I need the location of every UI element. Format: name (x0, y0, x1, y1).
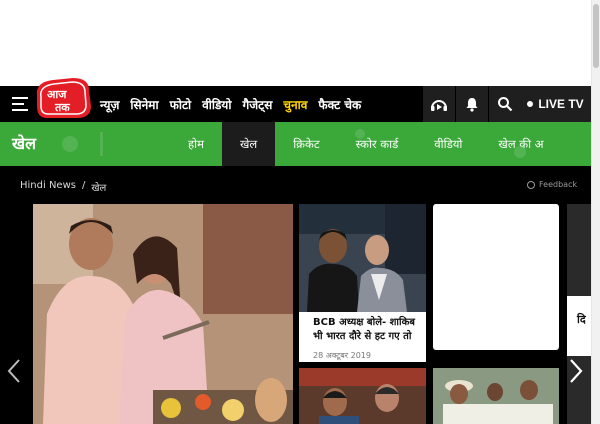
tab-video[interactable]: वीडियो (416, 122, 480, 166)
menu-item-elections[interactable]: चुनाव (283, 96, 307, 113)
feedback-label: Feedback (539, 180, 578, 189)
site-logo[interactable]: आज तक (33, 76, 93, 120)
story-card[interactable]: BCB अध्यक्ष बोले- शाकिब भी भारत दौरे से … (299, 204, 426, 362)
live-dot-icon (527, 101, 534, 107)
breadcrumb-home-link[interactable]: Hindi News (20, 180, 76, 194)
tab-scorecard[interactable]: स्कोर कार्ड (338, 122, 417, 166)
carousel-prev-arrow[interactable] (4, 356, 24, 386)
story-thumb-cricketers[interactable] (299, 368, 426, 424)
svg-text:आज: आज (47, 88, 67, 101)
svg-text:तक: तक (54, 101, 70, 114)
story-card-image (299, 204, 426, 312)
menu-item-video[interactable]: वीडियो (202, 96, 231, 113)
menu-item-news[interactable]: न्यूज़ (100, 96, 119, 113)
tab-cricket[interactable]: क्रिकेट (275, 122, 337, 166)
story-card-headline[interactable]: BCB अध्यक्ष बोले- शाकिब भी भारत दौरे से … (313, 316, 425, 344)
menu-item-gadgets[interactable]: गैजेट्स (243, 96, 273, 113)
menu-item-cinema[interactable]: सिनेमा (130, 96, 158, 113)
scrollbar-thumb[interactable] (593, 4, 599, 68)
hero-story-image[interactable] (33, 204, 293, 424)
feedback-icon (527, 180, 535, 189)
section-tabs: होम खेल क्रिकेट स्कोर कार्ड वीडियो खेल क… (170, 122, 544, 166)
carousel-next-arrow[interactable] (566, 356, 586, 386)
tab-home[interactable]: होम (170, 122, 222, 166)
tab-sports[interactable]: खेल (221, 122, 276, 166)
tab-more[interactable]: खेल की अ (480, 122, 543, 166)
bell-icon[interactable] (456, 86, 488, 122)
audio-icon[interactable] (423, 86, 455, 122)
live-tv-label: LIVE TV (538, 97, 584, 111)
featured-stories-area: Hindi News / खेल Feedback BCB अध्यक्ष बो… (0, 166, 591, 424)
story-thumb-team[interactable] (433, 368, 559, 424)
advertisement-area (0, 0, 591, 86)
menu-item-photo[interactable]: फोटो (170, 96, 192, 113)
breadcrumb-current: खेल (91, 183, 107, 194)
breadcrumb-separator: / (81, 180, 86, 191)
live-tv-button[interactable]: LIVE TV (520, 86, 591, 122)
story-card-date: 28 अक्टूबर 2019 (313, 351, 371, 360)
story-card-partial-text: दि (577, 313, 586, 326)
page-scrollbar[interactable] (591, 0, 600, 424)
menu-item-fact-check[interactable]: फैक्ट चेक (318, 96, 361, 113)
section-title: खेल (12, 134, 36, 153)
story-card-partial[interactable]: दि (567, 204, 591, 424)
story-card-placeholder[interactable] (433, 204, 559, 350)
section-bar: खेल होम खेल क्रिकेट स्कोर कार्ड वीडियो ख… (0, 122, 591, 166)
main-menu: न्यूज़ सिनेमा फोटो वीडियो गैजेट्स चुनाव … (100, 86, 372, 122)
menu-icon[interactable] (12, 97, 28, 111)
breadcrumb: Hindi News / खेल (20, 180, 106, 194)
feedback-button[interactable]: Feedback (527, 180, 577, 189)
search-icon[interactable] (489, 86, 521, 122)
